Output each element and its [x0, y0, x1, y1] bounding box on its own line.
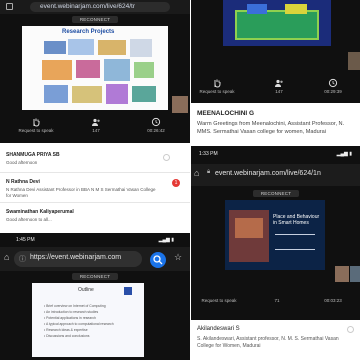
attendee-count: 147 — [84, 117, 108, 133]
status-time: 1:45 PM — [16, 237, 35, 243]
project-image — [68, 39, 94, 55]
webinar-controls: Request to speak 71 00:03:23 — [191, 298, 360, 312]
hand-icon — [214, 79, 221, 88]
presentation-slide: Outline • Brief overview on Internet of … — [32, 283, 144, 357]
browser-url-bar[interactable]: ⌂ 🔒︎ event.webinarjam.com/live/624/1n — [191, 164, 360, 186]
slide-image — [235, 218, 263, 238]
speaker-message: S. Akilandeswari, Assistant professor, N… — [197, 336, 339, 349]
project-image — [104, 59, 130, 81]
speaker-name: Akilandeswari S — [197, 326, 240, 332]
project-image — [130, 39, 152, 57]
clock-icon — [151, 117, 161, 127]
presentation-slide: Place and Behaviour in Smart Homes — [225, 200, 325, 270]
hand-icon — [33, 118, 40, 127]
reconnect-button[interactable]: RECONNECT — [72, 273, 118, 280]
request-to-speak-button[interactable]: Request to speak — [195, 78, 239, 94]
reconnect-button[interactable]: RECONNECT — [253, 190, 299, 197]
signal-icon: ▂▄▆ ▮ — [158, 237, 174, 243]
browser-url-bar[interactable]: event.webinarjam.com/live/624/tr — [0, 0, 190, 14]
chat-list: SHANMUGA PRIYA SB Good afternoon N Rathn… — [0, 143, 190, 232]
project-image — [98, 40, 126, 55]
chat-author: Swaminathan Kaliyaperumal — [6, 209, 74, 215]
chat-author: SHANMUGA PRIYA SB — [6, 152, 60, 158]
project-image — [44, 85, 68, 103]
site-info-icon[interactable]: ⓘ — [19, 254, 26, 264]
request-to-speak-button[interactable]: Request to speak — [14, 117, 58, 133]
webinar-controls: Request to speak 147 00:26:42 — [0, 117, 190, 139]
slide-logo — [124, 287, 132, 295]
slide-title: Place and Behaviour in Smart Homes — [273, 214, 320, 226]
tab-icon — [6, 3, 13, 10]
project-image — [76, 60, 100, 78]
panel-webinar-bottom-right: 1:33 PM ▂▄▆ ▮ ⌂ 🔒︎ event.webinarjam.com/… — [191, 146, 360, 320]
project-image — [44, 41, 66, 54]
search-icon — [153, 255, 163, 265]
slide-graphic — [247, 4, 267, 14]
project-image — [134, 62, 154, 78]
home-icon[interactable]: ⌂ — [4, 252, 9, 262]
panel-speaker-info-top-right: MEENALOCHINI G Warm Greetings from Meena… — [191, 103, 360, 145]
signal-icon: ▂▄▆ ▮ — [336, 151, 352, 157]
slide-subtitle-lines — [275, 234, 315, 250]
slide-title: Research Projects — [62, 29, 115, 35]
project-image — [42, 60, 72, 80]
slide-graphic — [285, 4, 307, 14]
chat-message: N Rathna Devi Assistant Professor in BBA… — [6, 187, 156, 198]
presenter-video-thumbnail[interactable] — [172, 96, 188, 113]
slide-bullets: • Brief overview on Internet of Computin… — [44, 303, 136, 339]
chat-message: Good afternoon — [6, 160, 38, 165]
presentation-slide: Research Projects — [22, 26, 168, 110]
status-bar: 1:33 PM ▂▄▆ ▮ — [191, 149, 360, 159]
people-icon — [92, 118, 100, 126]
slide-graphic — [235, 10, 319, 40]
search-button[interactable] — [150, 252, 166, 268]
panel-webinar-bottom-left: 1:45 PM ▂▄▆ ▮ ⌂ ⓘ https://event.webinarj… — [0, 233, 190, 360]
webinar-controls: Request to speak 147 00:29:39 — [191, 78, 360, 100]
unread-badge: 1 — [172, 179, 180, 187]
home-icon[interactable]: ⌂ — [194, 168, 199, 178]
slide-bullet: • Discussions and conclusions — [44, 334, 90, 338]
slide-title: Outline — [78, 287, 94, 293]
speaker-message: Warm Greetings from Meenalochini, Assist… — [197, 121, 345, 135]
attendee-count: 71 — [274, 298, 280, 303]
divider — [0, 172, 190, 173]
chat-message: Good afternoon to all... — [6, 217, 52, 222]
url-text[interactable]: event.webinarjam.com/live/624/1n — [215, 170, 321, 177]
panel-webinar-top-left: event.webinarjam.com/live/624/tr RECONNE… — [0, 0, 190, 232]
presenter-video-thumbnail[interactable] — [350, 266, 360, 282]
secure-lock-icon: 🔒︎ — [207, 169, 211, 175]
divider — [0, 202, 190, 203]
status-time: 1:33 PM — [199, 151, 218, 157]
reconnect-button[interactable]: RECONNECT — [72, 16, 118, 23]
elapsed-time: 00:26:42 — [140, 117, 172, 133]
project-image — [106, 84, 128, 104]
elapsed-time: 00:29:39 — [317, 78, 349, 94]
presenter-video-thumbnail[interactable] — [335, 266, 349, 282]
presentation-slide — [223, 0, 331, 46]
bookmark-star-icon[interactable]: ☆ — [174, 252, 182, 263]
project-image — [132, 86, 156, 102]
project-image — [72, 86, 102, 103]
attendee-count: 147 — [267, 78, 291, 94]
presenter-video-thumbnail[interactable] — [348, 52, 360, 70]
chat-author: N Rathna Devi — [6, 179, 40, 185]
request-to-speak-button[interactable]: Request to speak — [197, 298, 241, 303]
chat-select-radio[interactable] — [347, 326, 354, 333]
url-text[interactable]: event.webinarjam.com/live/624/tr — [30, 2, 170, 12]
status-bar: 1:45 PM ▂▄▆ ▮ — [0, 235, 190, 245]
clock-icon — [328, 78, 338, 88]
panel-speaker-info-bottom-right: Akilandeswari S S. Akilandeswari, Assist… — [191, 320, 360, 360]
url-text[interactable]: ⓘ https://event.webinarjam.com — [14, 251, 142, 267]
people-icon — [275, 79, 283, 87]
browser-url-bar[interactable]: ⌂ ⓘ https://event.webinarjam.com ☆ — [0, 247, 190, 271]
elapsed-time: 00:03:23 — [324, 298, 342, 303]
chat-select-radio[interactable] — [163, 154, 170, 161]
speaker-name: MEENALOCHINI G — [197, 110, 255, 117]
panel-webinar-top-right: Request to speak 147 00:29:39 — [191, 0, 360, 103]
